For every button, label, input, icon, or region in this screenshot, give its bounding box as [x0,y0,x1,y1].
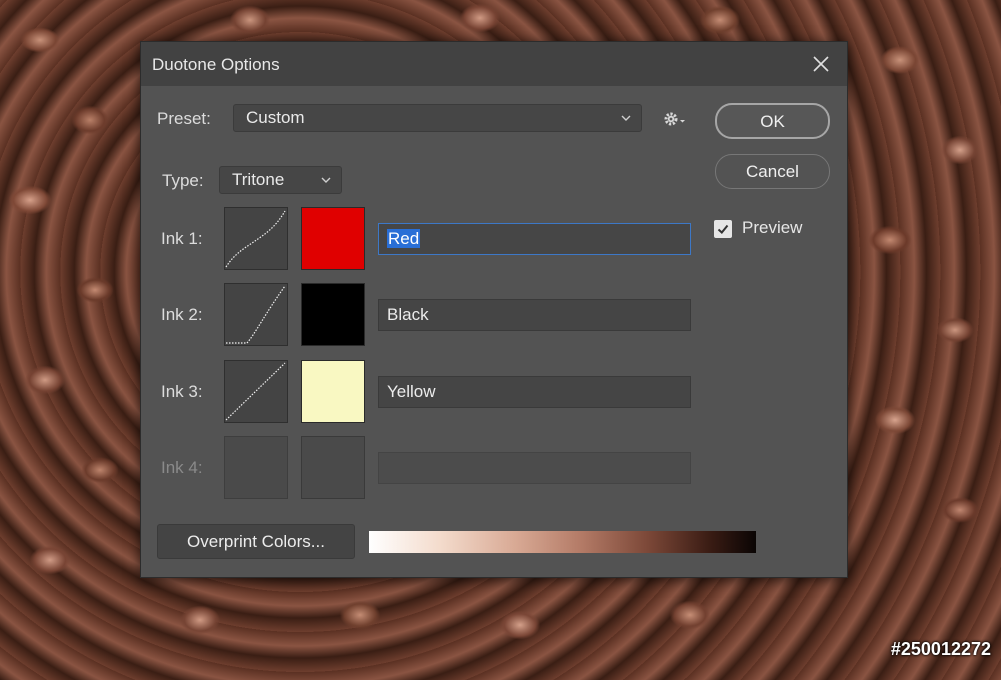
ink1-label: Ink 1: [161,229,203,248]
close-button[interactable] [809,52,833,76]
type-label: Type: [162,171,204,190]
close-icon [813,56,829,72]
ink2-name-field[interactable]: Black [378,299,691,331]
chevron-down-icon [621,115,631,121]
ink2-curve-button[interactable] [224,283,288,346]
ink3-name-text: Yellow [387,382,436,401]
ink4-curve-button [224,436,288,499]
preview-label: Preview [742,218,803,237]
tone-gradient-preview [369,531,756,553]
curve-graph [226,285,286,344]
ink1-name-field[interactable]: Red [378,223,691,255]
type-value: Tritone [232,170,285,189]
curve-graph [225,210,286,268]
ink3-name-field[interactable]: Yellow [378,376,691,408]
gear-icon [664,112,685,126]
chevron-down-icon [321,177,331,183]
cancel-button[interactable]: Cancel [715,154,830,189]
ink2-label: Ink 2: [161,305,203,324]
ink1-color-swatch[interactable] [301,207,365,270]
ink1-name-text: Red [387,229,421,248]
preset-dropdown[interactable]: Custom [233,104,642,132]
type-dropdown[interactable]: Tritone [219,166,342,194]
ink3-curve-button[interactable] [224,360,288,423]
ink4-color-swatch [301,436,365,499]
checkmark-icon [717,224,729,234]
ink4-label: Ink 4: [161,458,203,477]
preview-checkbox[interactable] [714,220,732,238]
ink4-name-field [378,452,691,484]
duotone-options-dialog: Duotone Options Preset: Custom Type: Tri… [140,41,848,578]
ink2-name-text: Black [387,305,429,324]
stock-id-watermark: #250012272 [890,639,991,659]
dialog-title: Duotone Options [152,55,280,74]
preset-value: Custom [246,108,305,127]
ink3-color-swatch[interactable] [301,360,365,423]
curve-graph [225,362,286,421]
preset-options-button[interactable] [662,108,690,130]
ink3-label: Ink 3: [161,382,203,401]
overprint-colors-button[interactable]: Overprint Colors... [157,524,355,559]
preset-label: Preset: [157,109,211,128]
ink2-color-swatch[interactable] [301,283,365,346]
dialog-titlebar: Duotone Options [141,42,847,86]
ok-button[interactable]: OK [715,103,830,139]
ink1-curve-button[interactable] [224,207,288,270]
